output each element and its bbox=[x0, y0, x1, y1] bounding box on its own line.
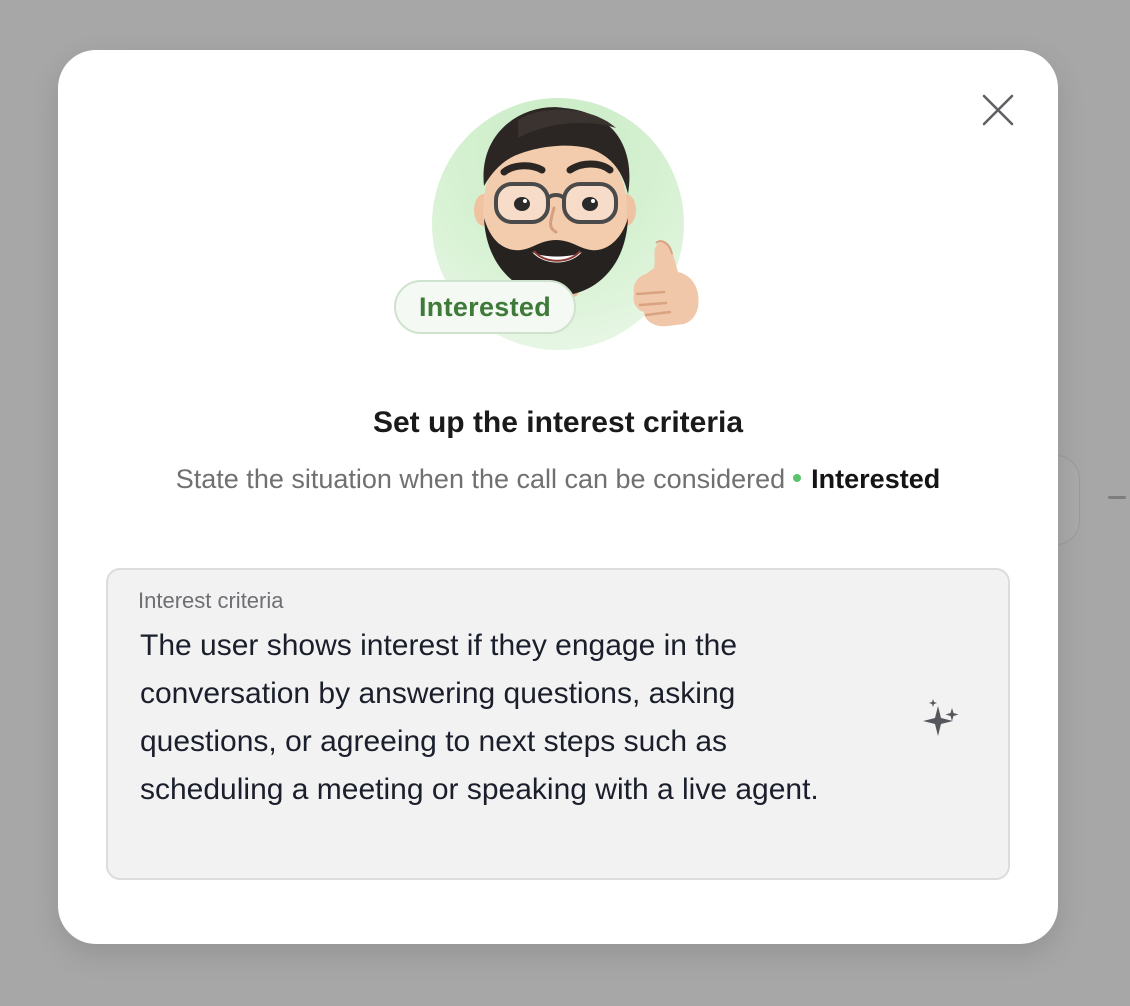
status-dot bbox=[793, 473, 802, 482]
interest-criteria-field[interactable]: Interest criteria The user shows interes… bbox=[106, 568, 1010, 880]
sparkle-icon[interactable] bbox=[922, 698, 962, 738]
modal-title: Set up the interest criteria bbox=[372, 406, 744, 439]
subtitle-highlight: Interested bbox=[811, 464, 941, 494]
interest-criteria-input[interactable]: The user shows interest if they engage i… bbox=[140, 622, 830, 814]
interest-criteria-modal: Interested Set up the interest criteria … bbox=[58, 50, 1058, 944]
status-badge: Interested bbox=[394, 280, 576, 334]
background-connector bbox=[1108, 496, 1126, 499]
close-button[interactable] bbox=[976, 88, 1020, 132]
modal-subtitle: State the situation when the call can be… bbox=[58, 464, 1058, 495]
avatar-group: Interested bbox=[394, 98, 714, 408]
field-label: Interest criteria bbox=[138, 588, 284, 613]
close-icon bbox=[982, 94, 1014, 126]
subtitle-text: State the situation when the call can be… bbox=[175, 464, 786, 494]
